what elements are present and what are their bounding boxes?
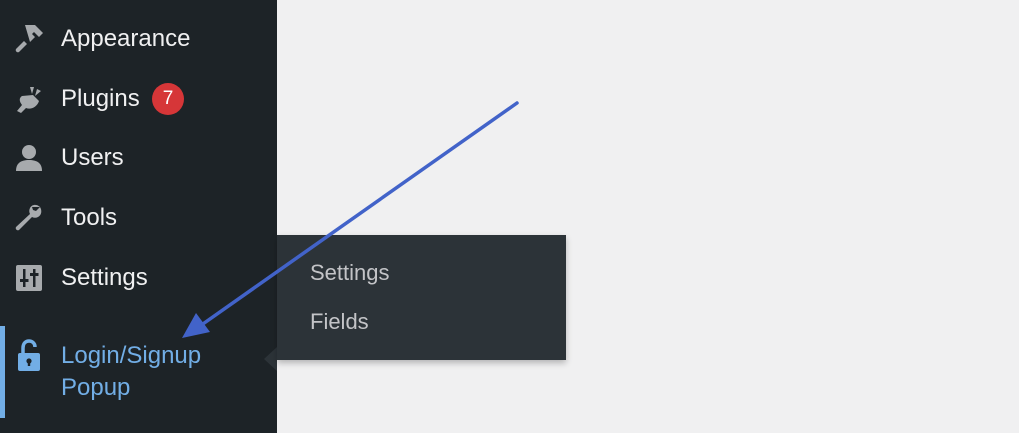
sidebar-item-settings[interactable]: Settings [0, 248, 277, 308]
sidebar-item-label: Plugins [61, 85, 140, 112]
wrench-icon [13, 202, 45, 234]
plugin-icon [13, 83, 45, 115]
submenu-flyout: Settings Fields [277, 235, 566, 360]
sidebar-item-login-signup-popup[interactable]: Login/Signup Popup [0, 326, 277, 418]
sidebar-item-appearance[interactable]: Appearance [0, 9, 277, 69]
sidebar-item-label: Users [61, 144, 124, 171]
settings-sliders-icon [13, 262, 45, 294]
sidebar-item-label: Settings [61, 264, 148, 291]
users-icon [13, 142, 45, 174]
sidebar-item-plugins[interactable]: Plugins 7 [0, 69, 277, 129]
sidebar-item-tools[interactable]: Tools [0, 188, 277, 248]
submenu-item-settings[interactable]: Settings [310, 260, 390, 286]
paintbrush-icon [13, 23, 45, 55]
sidebar-item-label: Login/Signup Popup [61, 342, 202, 401]
submenu-item-fields[interactable]: Fields [310, 309, 369, 335]
flyout-pointer [264, 347, 277, 371]
sidebar-item-label: Tools [61, 204, 118, 231]
sidebar-item-label: Appearance [61, 25, 191, 52]
update-count-badge: 7 [152, 83, 184, 115]
admin-sidebar: Appearance Plugins 7 Users Tools Setting… [0, 0, 277, 433]
sidebar-item-users[interactable]: Users [0, 128, 277, 188]
unlock-icon [13, 338, 45, 374]
